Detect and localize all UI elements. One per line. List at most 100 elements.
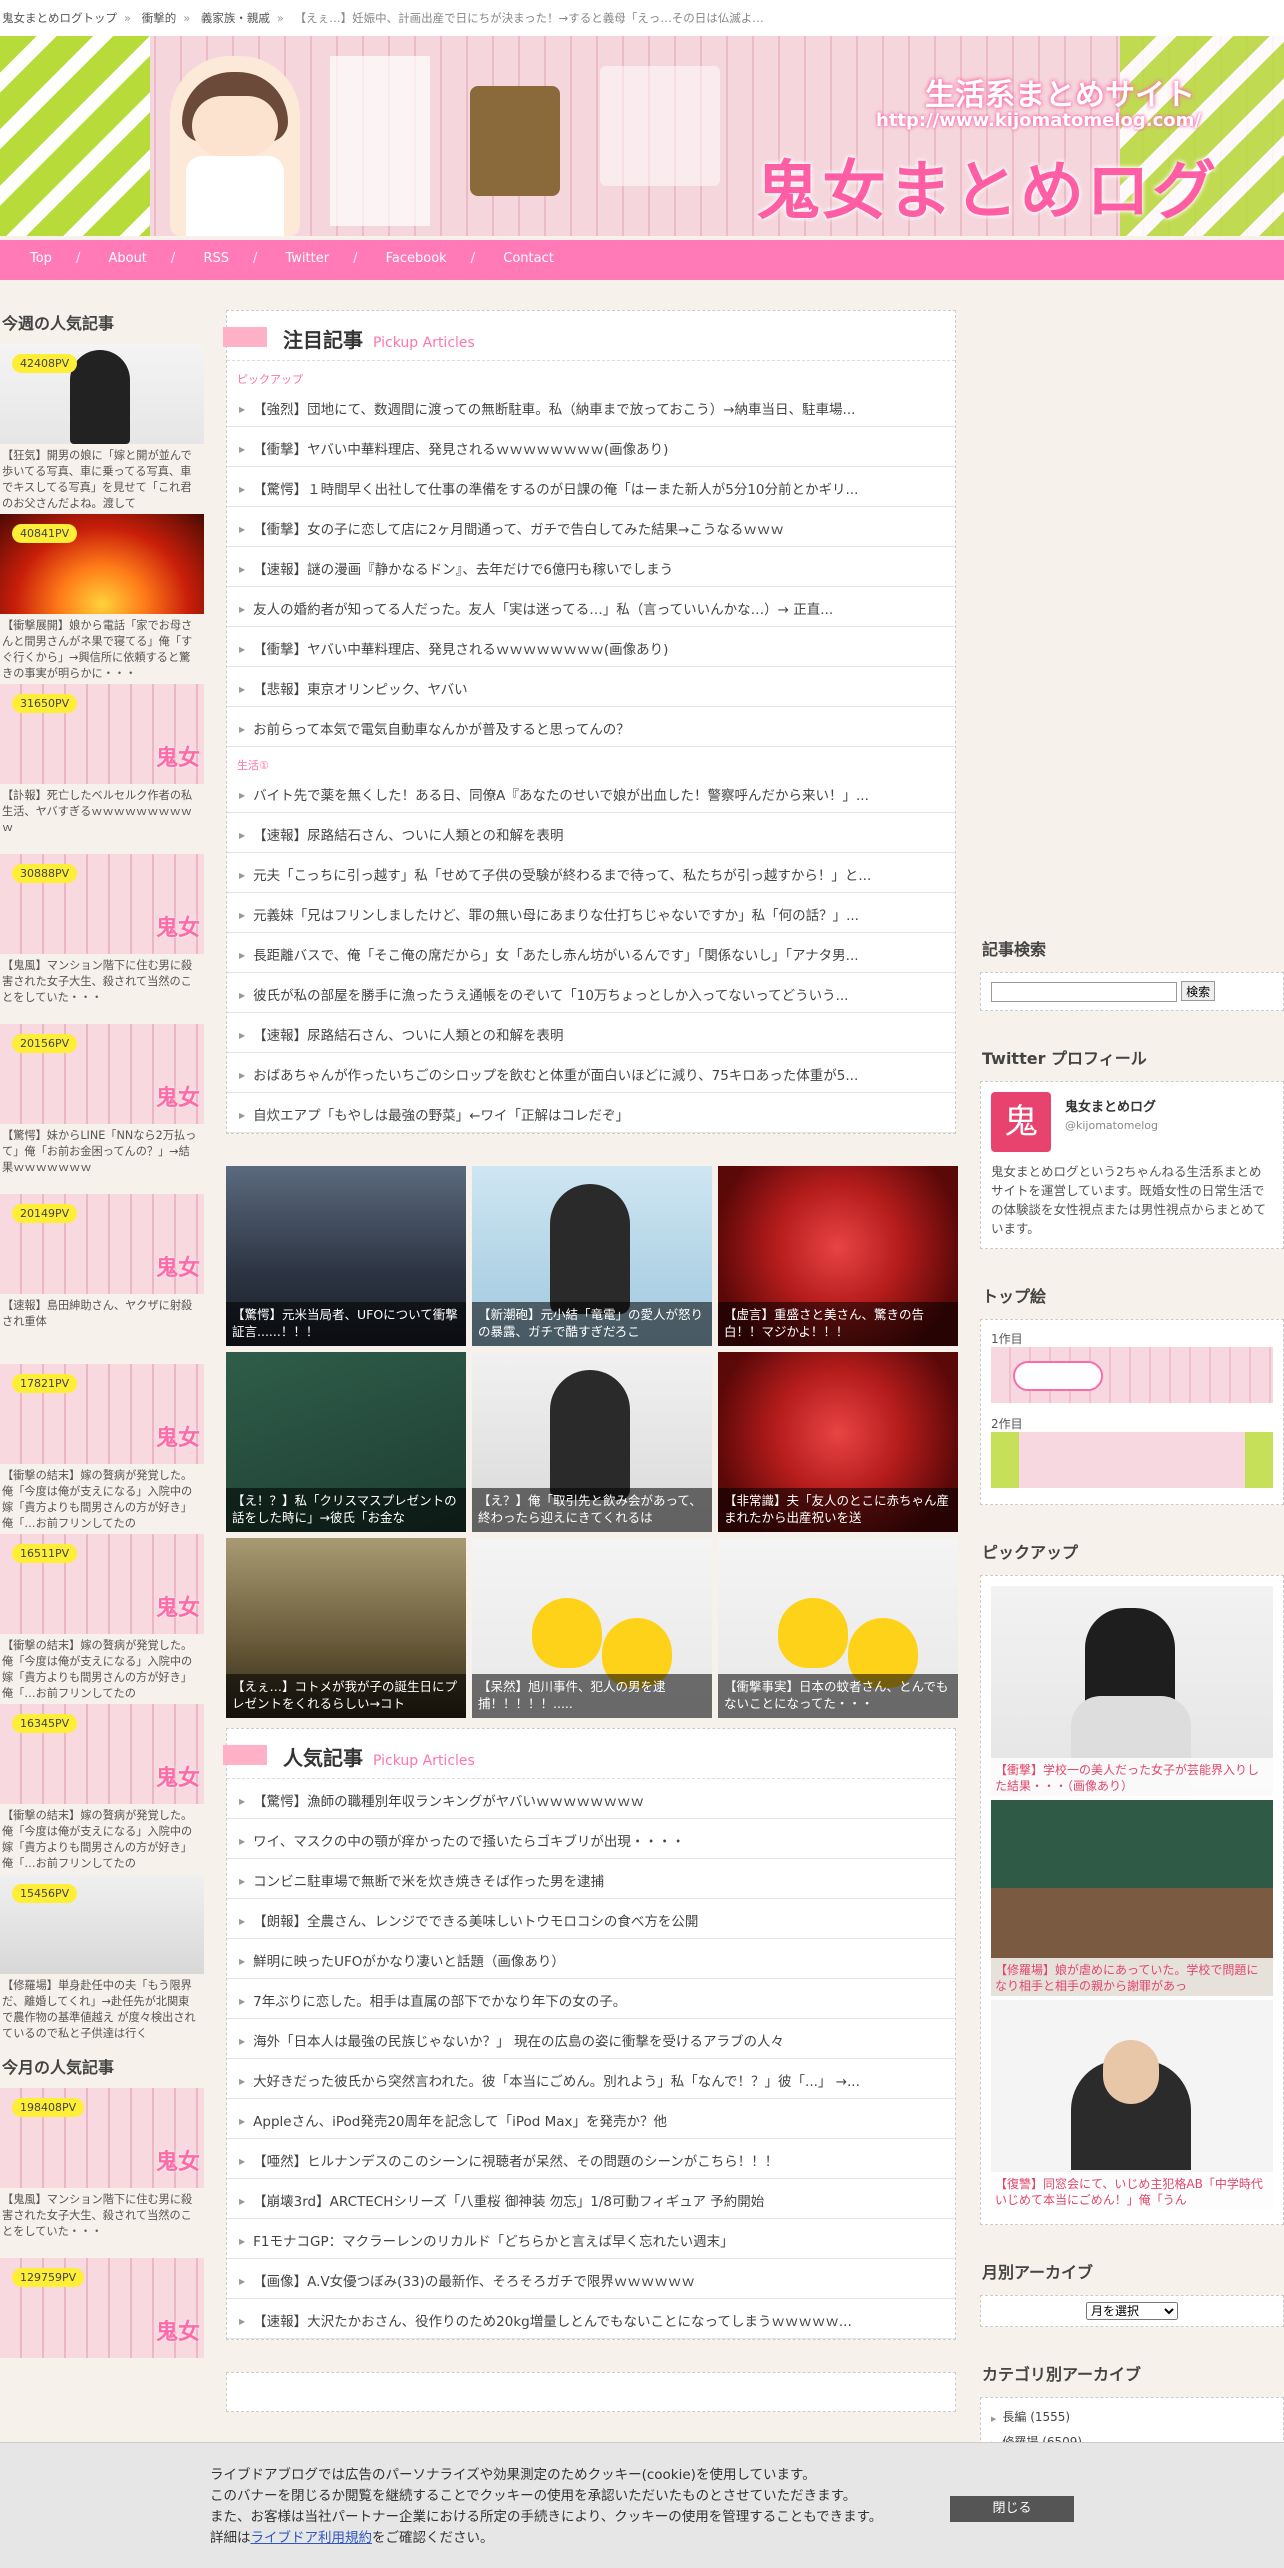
article-link[interactable]: 彼氏が私の部屋を勝手に漁ったうえ通帳をのぞいて「10万ちょっとしか入ってないって… <box>227 973 955 1013</box>
article-link[interactable]: 【強烈】団地にて、数週間に渡っての無断駐車。私（納車まで放っておこう）→納車当日… <box>227 387 955 427</box>
article-link[interactable]: おばあちゃんが作ったいちごのシロップを飲むと体重が面白いほどに減り、75キロあっ… <box>227 1053 955 1093</box>
ranking-caption[interactable]: 【衝撃の結末】嫁の贅病が発覚した。俺「今度は俺が支えになる」入院中の嫁「貴方より… <box>0 1634 204 1698</box>
ranking-thumbnail[interactable]: 鬼女 17821PV <box>0 1364 204 1464</box>
article-link[interactable]: ワイ、マスクの中の顎が痒かったので掻いたらゴキブリが出現・・・・ <box>227 1819 955 1859</box>
breadcrumb-category[interactable]: 衝撃的 <box>142 11 177 25</box>
article-link[interactable]: 元夫「こっちに引っ越す」私「せめて子供の受験が終わるまで待って、私たちが引っ越す… <box>227 853 955 893</box>
article-link[interactable]: 友人の婚約者が知ってる人だった。友人「実は迷ってる…」私（言っていいんかな…）→… <box>227 587 955 627</box>
ranking-thumbnail[interactable]: 42408PV <box>0 344 204 444</box>
ranking-item[interactable]: 42408PV 【狂気】開男の娘に「嫁と開が並んで歩いてる写真、車に乗ってる写真、… <box>0 344 204 508</box>
ranking-thumbnail[interactable]: 40841PV <box>0 514 204 614</box>
nav-rss[interactable]: RSS <box>203 251 229 266</box>
nav-facebook[interactable]: Facebook <box>386 251 447 266</box>
ranking-thumbnail[interactable]: 鬼女 198408PV <box>0 2088 204 2188</box>
ranking-thumbnail[interactable]: 鬼女 30888PV <box>0 854 204 954</box>
ranking-caption[interactable] <box>0 2358 204 2422</box>
ranking-item[interactable]: 鬼女 20149PV 【速報】島田紳助さん、ヤクザに射殺され重体 <box>0 1194 204 1358</box>
article-link[interactable]: コンビニ駐車場で無断で米を炊き焼きそば作った男を逮捕 <box>227 1859 955 1899</box>
image-article-tile[interactable]: 【呆然】旭川事件、犯人の男を逮捕！！！！！..... <box>472 1538 712 1718</box>
nav-top[interactable]: Top <box>30 251 52 266</box>
article-link[interactable]: 大好きだった彼氏から突然言われた。彼「本当にごめん。別れよう」私「なんで！？」彼… <box>227 2059 955 2099</box>
article-link[interactable]: 【速報】尿路結石さん、ついに人類との和解を表明 <box>227 1013 955 1053</box>
ranking-caption[interactable]: 【修羅場】単身赴任中の夫「もう限界だ、離婚してくれ」→赴任先が北関東で農作物の基… <box>0 1974 204 2038</box>
search-button[interactable]: 検索 <box>1181 981 1216 1001</box>
image-article-tile[interactable]: 【新潮砲】元小結「竜電」の愛人が怒りの暴露、ガチで酷すぎだろこ <box>472 1166 712 1346</box>
ranking-item[interactable]: 鬼女 129759PV <box>0 2258 204 2422</box>
article-link[interactable]: 長距離バスで、俺「そこ俺の席だから」女「あたし赤ん坊がいるんです」「関係ないし」… <box>227 933 955 973</box>
ranking-item[interactable]: 15456PV 【修羅場】単身赴任中の夫「もう限界だ、離婚してくれ」→赴任先が北関… <box>0 1874 204 2038</box>
ranking-item[interactable]: 鬼女 31650PV 【訃報】死亡したベルセルク作者の私生活、ヤバすぎるｗｗｗｗｗｗ… <box>0 684 204 848</box>
article-link[interactable]: 【衝撃】女の子に恋して店に2ヶ月間通って、ガチで告白してみた結果→こうなるｗｗｗ <box>227 507 955 547</box>
right-pickup-item[interactable]: 【復讐】同窓会にて、いじめ主犯格AB「中学時代いじめて本当にごめん！」俺「うん <box>991 1999 1273 2210</box>
image-article-tile[interactable]: 【非常識】夫「友人のとこに赤ちゃん産まれたから出産祝いを送 <box>718 1352 958 1532</box>
article-link[interactable]: 【速報】尿路結石さん、ついに人類との和解を表明 <box>227 813 955 853</box>
ranking-item[interactable]: 鬼女 30888PV 【鬼風】マンション階下に住む男に殺害された女子大生、殺されて当… <box>0 854 204 1018</box>
article-link[interactable]: 【衝撃】ヤバい中華料理店、発見されるｗｗｗｗｗｗｗｗ(画像あり) <box>227 627 955 667</box>
article-link[interactable]: 【朗報】全農さん、レンジでできる美味しいトウモロコシの食べ方を公開 <box>227 1899 955 1939</box>
twitter-avatar[interactable]: 鬼 <box>991 1091 1051 1152</box>
article-link[interactable]: 【速報】謎の漫画『静かなるドン』、去年だけで6億円も稼いでしまう <box>227 547 955 587</box>
nav-contact[interactable]: Contact <box>503 251 554 266</box>
article-link[interactable]: 鮮明に映ったUFOがかなり凄いと話題（画像あり） <box>227 1939 955 1979</box>
top-art-2-banner[interactable] <box>991 1431 1273 1488</box>
ranking-thumbnail[interactable]: 鬼女 16345PV <box>0 1704 204 1804</box>
article-link[interactable]: 【崩壊3rd】ARCTECHシリーズ「八重桜 御神装 勿忘」1/8可動フィギュア… <box>227 2179 955 2219</box>
ranking-item[interactable]: 鬼女 20156PV 【驚愕】妹からLINE「NNなら2万払って」俺「お前お金困って… <box>0 1024 204 1188</box>
ranking-caption[interactable]: 【訃報】死亡したベルセルク作者の私生活、ヤバすぎるｗｗｗｗｗｗｗｗｗｗ <box>0 784 204 848</box>
terms-link[interactable]: ライブドア利用規約 <box>251 2530 373 2546</box>
nav-twitter[interactable]: Twitter <box>286 251 330 266</box>
article-link[interactable]: 自炊エアプ「もやしは最強の野菜」←ワイ「正解はコレだぞ」 <box>227 1093 955 1133</box>
image-article-tile[interactable]: 【虚言】重盛さと美さん、驚きの告白！！マジかよ！！！ <box>718 1166 958 1346</box>
nav-about[interactable]: About <box>108 251 146 266</box>
ranking-item[interactable]: 鬼女 17821PV 【衝撃の結末】嫁の贅病が発覚した。俺「今度は俺が支えになる」入… <box>0 1364 204 1528</box>
image-article-tile[interactable]: 【え？】俺「取引先と飲み会があって、終わったら迎えにきてくれるは <box>472 1352 712 1532</box>
ranking-caption[interactable]: 【衝撃の結末】嫁の贅病が発覚した。俺「今度は俺が支えになる」入院中の嫁「貴方より… <box>0 1464 204 1528</box>
ranking-caption[interactable]: 【狂気】開男の娘に「嫁と開が並んで歩いてる写真、車に乗ってる写真、車でキスしてる… <box>0 444 204 508</box>
search-input[interactable] <box>991 981 1177 1002</box>
ranking-item[interactable]: 鬼女 198408PV 【鬼風】マンション階下に住む男に殺害された女子大生、殺されて… <box>0 2088 204 2252</box>
top-art-1-banner[interactable] <box>991 1346 1273 1403</box>
article-link[interactable]: 【速報】大沢たかおさん、役作りのため20kg増量しとんでもないことになってしまう… <box>227 2299 955 2339</box>
right-pickup-item[interactable]: 【衝撃】学校一の美人だった女子が芸能界入りした結果・・・（画像あり） <box>991 1585 1273 1796</box>
ranking-thumbnail[interactable]: 鬼女 31650PV <box>0 684 204 784</box>
article-link[interactable]: 元義妹「兄はフリンしましたけど、罪の無い母にあまりな仕打ちじゃないですか」私「何… <box>227 893 955 933</box>
ranking-caption[interactable]: 【驚愕】妹からLINE「NNなら2万払って」俺「お前お金困ってんの？」→結果ｗｗ… <box>0 1124 204 1188</box>
archive-select[interactable]: 月を選択 <box>1086 2301 1178 2320</box>
article-link[interactable]: 【驚愕】１時間早く出社して仕事の準備をするのが日課の俺「はーまた新人が5分10分… <box>227 467 955 507</box>
ranking-caption[interactable]: 【衝撃の結末】嫁の贅病が発覚した。俺「今度は俺が支えになる」入院中の嫁「貴方より… <box>0 1804 204 1868</box>
ranking-thumbnail[interactable]: 鬼女 20156PV <box>0 1024 204 1124</box>
article-link[interactable]: 7年ぶりに恋した。相手は直属の部下でかなり年下の女の子。 <box>227 1979 955 2019</box>
article-link[interactable]: F1モナコGP：マクラーレンのリカルド「どちらかと言えば早く忘れたい週末」 <box>227 2219 955 2259</box>
left-sidebar: 今週の人気記事 42408PV 【狂気】開男の娘に「嫁と開が並んで歩いてる写真、車… <box>0 300 204 2428</box>
ranking-caption[interactable]: 【鬼風】マンション階下に住む男に殺害された女子大生、殺されて当然のことをしていた… <box>0 954 204 1018</box>
ranking-caption[interactable]: 【衝撃展開】娘から電話「家でお母さんと間男さんがネ果で寝てる」俺「すぐ行くから」… <box>0 614 204 678</box>
site-header-banner[interactable]: 生活系まとめサイト http://www.kijomatomelog.com/ … <box>0 36 1284 236</box>
article-link[interactable]: 海外「日本人は最強の民族じゃないか？」 現在の広島の姿に衝撃を受けるアラブの人々 <box>227 2019 955 2059</box>
right-pickup-item[interactable]: 【修羅場】娘が虐めにあっていた。学校で問題になり相手と相手の親から謝罪があっ <box>991 1799 1273 1996</box>
article-link[interactable]: 【悲報】東京オリンピック、ヤバい <box>227 667 955 707</box>
breadcrumb-home[interactable]: 鬼女まとめログトップ <box>2 11 117 25</box>
cookie-close-button[interactable]: 閉じる <box>950 2496 1074 2522</box>
image-article-tile[interactable]: 【驚愕】元米当局者、UFOについて衝撃証言......！！！ <box>226 1166 466 1346</box>
article-link[interactable]: 【唖然】ヒルナンデスのこのシーンに視聴者が呆然、その問題のシーンがこちら！！！ <box>227 2139 955 2179</box>
ranking-item[interactable]: 鬼女 16511PV 【衝撃の結末】嫁の贅病が発覚した。俺「今度は俺が支えになる」入… <box>0 1534 204 1698</box>
ranking-caption[interactable]: 【鬼風】マンション階下に住む男に殺害された女子大生、殺されて当然のことをしていた… <box>0 2188 204 2252</box>
breadcrumb-subcategory[interactable]: 義家族・親戚 <box>201 11 270 25</box>
ranking-thumbnail[interactable]: 鬼女 129759PV <box>0 2258 204 2358</box>
ranking-thumbnail[interactable]: 鬼女 16511PV <box>0 1534 204 1634</box>
article-link[interactable]: 【画像】A.V女優つぼみ(33)の最新作、そろそろガチで限界ｗｗｗｗｗｗ <box>227 2259 955 2299</box>
article-link[interactable]: Appleさん、iPod発売20周年を記念して「iPod Max」を発売か？他 <box>227 2099 955 2139</box>
image-article-tile[interactable]: 【衝撃事実】日本の蚊者さん、とんでもないことになってた・・・ <box>718 1538 958 1718</box>
ranking-thumbnail[interactable]: 15456PV <box>0 1874 204 1974</box>
ranking-thumbnail[interactable]: 鬼女 20149PV <box>0 1194 204 1294</box>
image-article-tile[interactable]: 【えぇ…】コトメが我が子の誕生日にプレゼントをくれるらしい→コト <box>226 1538 466 1718</box>
ranking-item[interactable]: 鬼女 16345PV 【衝撃の結末】嫁の贅病が発覚した。俺「今度は俺が支えになる」入… <box>0 1704 204 1868</box>
article-link[interactable]: バイト先で薬を無くした！ある日、同僚A『あなたのせいで娘が出血した！警察呼んだか… <box>227 773 955 813</box>
ranking-item[interactable]: 40841PV 【衝撃展開】娘から電話「家でお母さんと間男さんがネ果で寝てる」俺「… <box>0 514 204 678</box>
image-article-tile[interactable]: 【え！？】私「クリスマスプレゼントの話をした時に」→彼氏「お金な <box>226 1352 466 1532</box>
article-link[interactable]: 【驚愕】漁師の職種別年収ランキングがヤバいｗｗｗｗｗｗｗｗ <box>227 1779 955 1819</box>
category-link[interactable]: 長編 (1555) <box>991 2404 1273 2429</box>
article-link[interactable]: 【衝撃】ヤバい中華料理店、発見されるｗｗｗｗｗｗｗｗ(画像あり) <box>227 427 955 467</box>
article-link[interactable]: お前らって本気で電気自動車なんかが普及すると思ってんの？ <box>227 707 955 747</box>
ranking-caption[interactable]: 【速報】島田紳助さん、ヤクザに射殺され重体 <box>0 1294 204 1358</box>
